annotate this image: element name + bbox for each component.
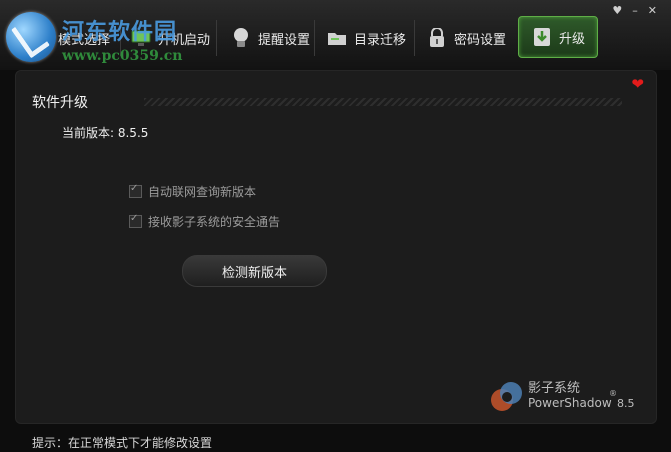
bulb-icon (230, 27, 252, 49)
security-notice-option[interactable]: 接收影子系统的安全通告 (129, 213, 280, 230)
tab-label: 目录迁移 (354, 32, 407, 48)
option-label: 接收影子系统的安全通告 (148, 215, 281, 229)
upgrade-icon (531, 26, 553, 48)
minimize-icon[interactable]: – (632, 4, 638, 17)
watermark-title: 河东软件园 (62, 19, 178, 45)
watermark-logo-icon (6, 12, 56, 62)
tab-password[interactable]: 密码设置 (426, 18, 506, 58)
brand-version: 8.5 (617, 397, 635, 410)
current-version: 当前版本: 8.5.5 (62, 126, 149, 140)
tab-reminder[interactable]: 提醒设置 (230, 18, 310, 58)
brand: 影子系统 PowerShadow ® 8.5 (487, 375, 637, 419)
hint-text: 提示：在正常模式下才能修改设置 (32, 436, 213, 450)
option-label: 自动联网查询新版本 (148, 185, 257, 199)
tab-label: 提醒设置 (258, 32, 311, 48)
close-icon[interactable]: ✕ (648, 4, 657, 17)
heart-icon[interactable]: ❤ (631, 75, 644, 93)
auto-check-option[interactable]: 自动联网查询新版本 (129, 183, 256, 200)
tab-label: 密码设置 (454, 32, 507, 48)
tab-separator (216, 20, 217, 56)
brand-name-en: PowerShadow (528, 396, 612, 410)
lock-icon (426, 27, 448, 49)
tab-directory-migration[interactable]: 目录迁移 (326, 18, 406, 58)
title-divider (144, 98, 622, 106)
brand-registered: ® (609, 389, 617, 398)
watermark-url: www.pc0359.cn (62, 48, 183, 64)
brand-name-cn: 影子系统 (528, 381, 581, 396)
tab-separator (314, 20, 315, 56)
page-title: 软件升级 (32, 95, 88, 111)
powershadow-logo-icon (491, 382, 522, 411)
checkbox[interactable] (129, 183, 142, 198)
tab-upgrade[interactable]: 升级 (518, 16, 599, 58)
menu-icon[interactable]: ♥︎ (612, 4, 622, 17)
check-update-button[interactable]: 检测新版本 (182, 255, 327, 287)
tab-label: 升级 (559, 31, 586, 47)
upgrade-panel: ❤ 软件升级 当前版本: 8.5.5 自动联网查询新版本 接收影子系统的安全通告… (15, 70, 657, 424)
folder-icon (326, 27, 348, 49)
checkbox[interactable] (129, 213, 142, 228)
tab-separator (414, 20, 415, 56)
window-controls: ♥︎ – ✕ (612, 4, 657, 17)
